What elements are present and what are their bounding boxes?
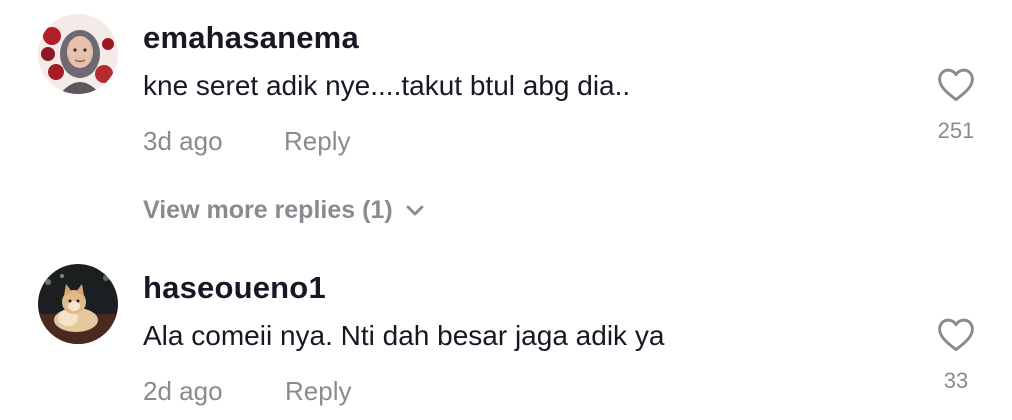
view-more-replies-label: View more replies (1): [143, 196, 393, 224]
chevron-down-icon: [406, 205, 424, 215]
comment-username[interactable]: haseoueno1: [143, 270, 326, 306]
avatar-photo-icon: [38, 14, 118, 94]
avatar-photo-icon: [38, 264, 118, 344]
comment-text: Ala comeii nya. Nti dah besar jaga adik …: [143, 320, 665, 351]
like-count: 251: [937, 118, 975, 143]
comment-text: kne seret adik nye....takut btul abg dia…: [143, 70, 631, 101]
heart-outline-icon: [938, 318, 974, 352]
reply-button[interactable]: Reply: [285, 376, 351, 407]
reply-button[interactable]: Reply: [284, 126, 350, 157]
like-button[interactable]: [936, 316, 976, 352]
comment-item: haseoueno1 Ala comeii nya. Nti dah besar…: [0, 250, 1012, 420]
user-avatar[interactable]: [38, 264, 118, 344]
comment-timestamp: 3d ago: [143, 126, 223, 156]
comment-timestamp: 2d ago: [143, 376, 223, 406]
user-avatar[interactable]: [38, 14, 118, 94]
comment-item: emahasanema kne seret adik nye....takut …: [0, 0, 1012, 190]
view-more-replies-button[interactable]: View more replies (1): [143, 196, 425, 225]
like-button[interactable]: [936, 66, 976, 102]
heart-outline-icon: [938, 68, 974, 102]
comment-username[interactable]: emahasanema: [143, 20, 359, 56]
like-count: 33: [943, 368, 969, 393]
